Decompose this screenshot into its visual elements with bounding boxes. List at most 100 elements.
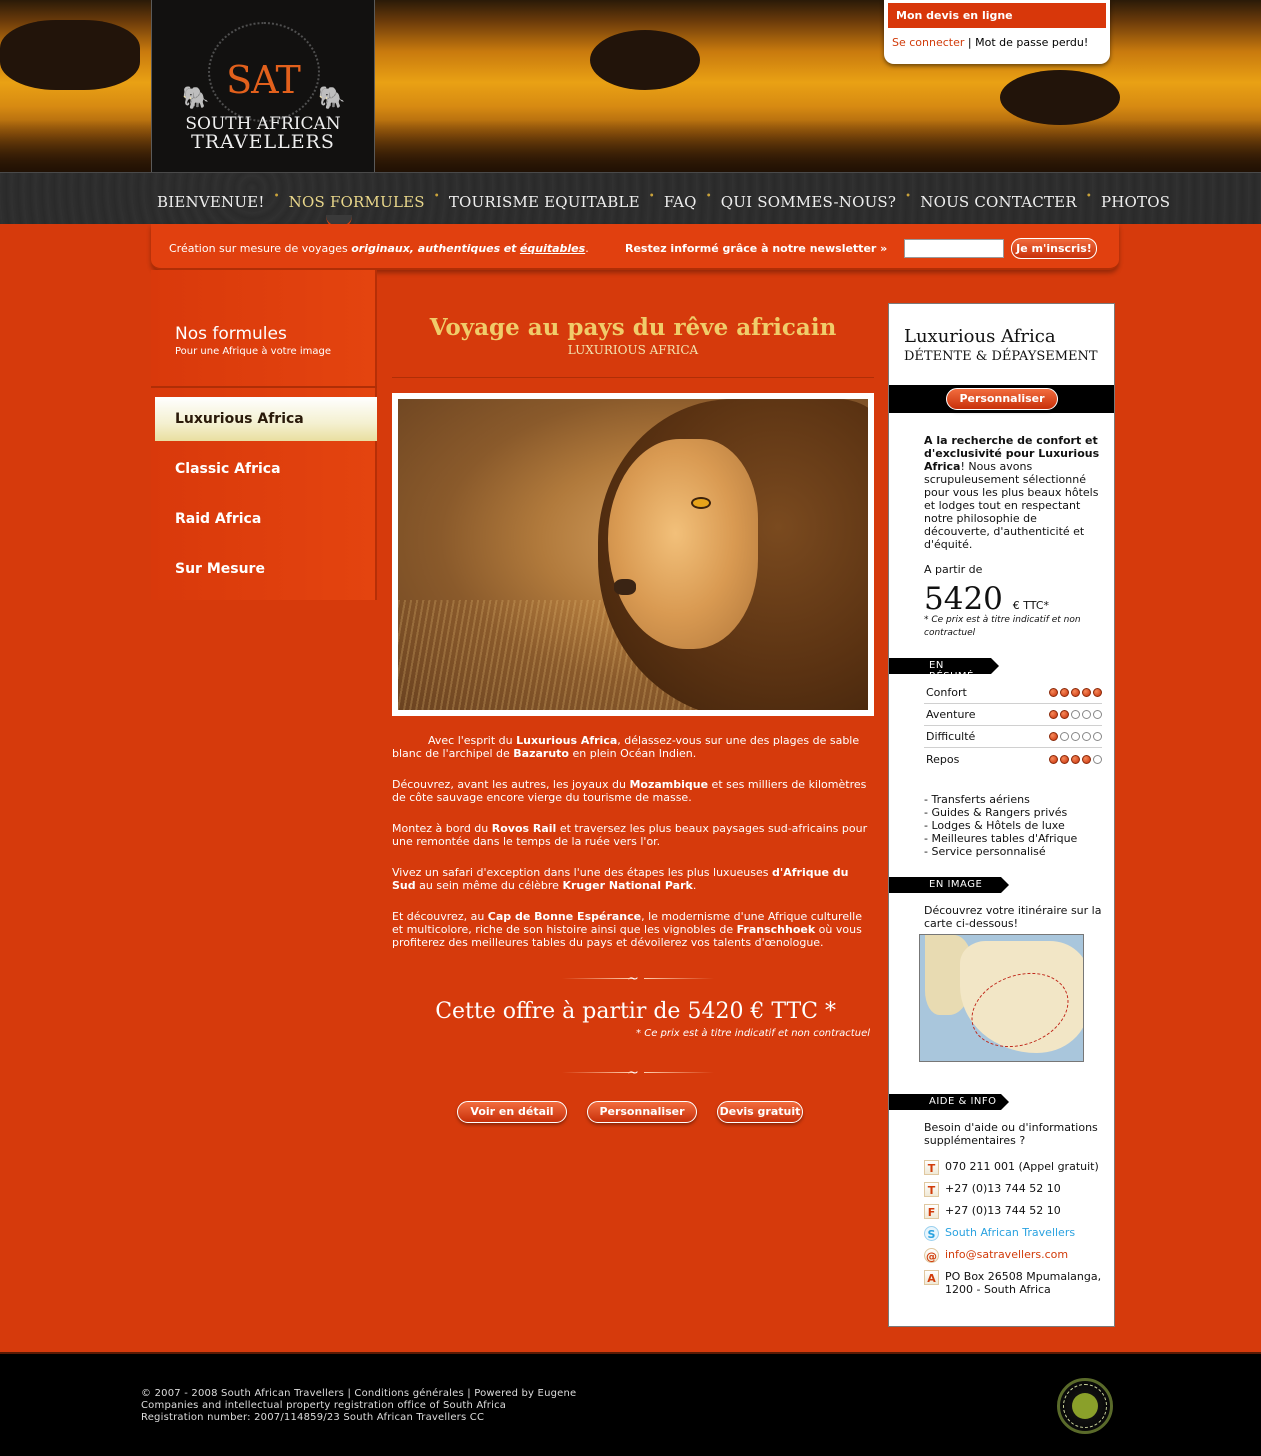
address-icon: A <box>924 1270 939 1285</box>
feature-item: - Service personnalisé <box>924 845 1046 858</box>
panel-price-note: * Ce prix est à titre indicatif et non c… <box>924 615 1081 638</box>
panel-title: Luxurious Africa <box>904 326 1056 347</box>
rating-dot-filled <box>1071 754 1080 764</box>
feature-item: - Transferts aériens <box>924 793 1030 806</box>
help-tag: AIDE & INFO <box>889 1094 1009 1110</box>
newsletter-email-input[interactable] <box>904 239 1004 258</box>
help-text: Besoin d'aide ou d'informations suppléme… <box>924 1121 1098 1147</box>
logo[interactable]: 🐘 🐘 SAT SOUTH AFRICAN TRAVELLERS <box>151 0 375 172</box>
newsletter-bar: Création sur mesure de voyages originaux… <box>151 224 1119 270</box>
lion-eye <box>693 499 709 507</box>
nav-item-tourisme-equitable[interactable]: TOURISME EQUITABLE <box>449 193 640 211</box>
lion-nose <box>614 579 636 595</box>
sidebar-item-sur-mesure[interactable]: Sur Mesure <box>155 547 377 591</box>
rating-dots <box>1049 754 1102 764</box>
customize-button[interactable]: Personnaliser <box>587 1101 697 1123</box>
rating-dot-filled <box>1049 732 1058 741</box>
fair-trade-badge[interactable] <box>1057 1378 1113 1434</box>
ornament-tilde: ~ <box>627 971 639 987</box>
nav-item-bienvenue[interactable]: BIENVENUE! <box>157 193 265 211</box>
footer-text: © 2007 - 2008 South African Travellers |… <box>141 1388 576 1424</box>
rating-dot-filled <box>1082 688 1091 697</box>
rating-dot-filled <box>1049 710 1058 719</box>
panel-price: 5420 € TTC* <box>924 581 1050 617</box>
feature-item: - Guides & Rangers privés <box>924 806 1068 819</box>
main-content: Voyage au pays du rêve africain LUXURIOU… <box>392 300 874 1123</box>
footer-line: Registration number: 2007/114859/23 Sout… <box>141 1412 485 1423</box>
logo-mark: SAT <box>226 58 301 102</box>
fax-icon: F <box>924 1204 939 1219</box>
contact-item[interactable]: @ info@satravellers.com <box>924 1248 1106 1263</box>
image-tag: EN IMAGE <box>889 877 1009 893</box>
sidebar-item-luxurious-africa[interactable]: Luxurious Africa <box>155 397 377 441</box>
sidebar-item-classic-africa[interactable]: Classic Africa <box>155 447 377 491</box>
subscribe-button[interactable]: Je m'inscris! <box>1011 238 1097 259</box>
price-from-label: A partir de <box>924 563 983 576</box>
sidebar-item-raid-africa[interactable]: Raid Africa <box>155 497 377 541</box>
panel-customize-button[interactable]: Personnaliser <box>946 388 1058 410</box>
action-buttons: Voir en détail Personnaliser Devis gratu… <box>386 1101 874 1123</box>
nav-separator: • <box>705 191 712 202</box>
description-paragraph: Avec l'esprit du Luxurious Africa, délas… <box>392 734 860 760</box>
tree-silhouette <box>590 30 700 90</box>
panel-action-bar: Personnaliser <box>889 385 1114 413</box>
nav-list: BIENVENUE! • NOS FORMULES • TOURISME EQU… <box>157 191 1170 211</box>
rating-dot-filled <box>1071 688 1080 697</box>
rating-dot-filled <box>1060 710 1069 719</box>
contact-item[interactable]: S South African Travellers <box>924 1226 1106 1241</box>
tagline-emphasis: originaux, authentiques <box>351 242 501 255</box>
sidebar-subtitle: Pour une Afrique à votre image <box>175 346 331 357</box>
login-links: Se connecter | Mot de passe perdu! <box>884 28 1110 57</box>
contacts-list: T 070 211 001 (Appel gratuit) T +27 (0)13 … <box>924 1160 1106 1303</box>
nav-item-photos[interactable]: PHOTOS <box>1101 193 1170 211</box>
footer: © 2007 - 2008 South African Travellers |… <box>0 1352 1261 1456</box>
footer-line: © 2007 - 2008 South African Travellers |… <box>141 1388 577 1399</box>
rating-row: Repos <box>924 748 1102 770</box>
skype-icon: S <box>924 1226 939 1241</box>
offer-price: Cette offre à partir de 5420 € TTC * <box>435 999 836 1024</box>
rating-dot-empty <box>1071 710 1080 719</box>
description-paragraph: Vivez un safari d'exception dans l'une d… <box>392 866 849 892</box>
link-separator: | <box>967 36 972 49</box>
contact-item: A PO Box 26508 Mpumalanga, 1200 - South A… <box>924 1270 1106 1296</box>
footer-line: Companies and intellectual property regi… <box>141 1400 507 1411</box>
skype-link[interactable]: South African Travellers <box>945 1226 1075 1239</box>
view-detail-button[interactable]: Voir en détail <box>457 1101 567 1123</box>
nav-item-nos-formules[interactable]: NOS FORMULES <box>289 193 425 211</box>
free-quote-button[interactable]: Devis gratuit <box>717 1101 803 1123</box>
rating-row: Difficulté <box>924 726 1102 748</box>
rating-dot-filled <box>1060 688 1069 697</box>
contact-item: T 070 211 001 (Appel gratuit) <box>924 1160 1106 1175</box>
quote-title[interactable]: Mon devis en ligne <box>888 3 1106 28</box>
nav-item-qui-sommes-nous[interactable]: QUI SOMMES-NOUS? <box>721 193 896 211</box>
ornament-line <box>562 978 632 979</box>
rating-dots <box>1049 732 1102 741</box>
rating-row: Aventure <box>924 704 1102 726</box>
email-link[interactable]: info@satravellers.com <box>945 1248 1068 1261</box>
rating-dot-empty <box>1082 732 1091 741</box>
login-link[interactable]: Se connecter <box>892 36 964 49</box>
rating-dot-empty <box>1093 710 1102 719</box>
main-nav: BIENVENUE! • NOS FORMULES • TOURISME EQU… <box>0 172 1261 229</box>
rating-dot-empty <box>1082 710 1091 719</box>
sidebar-divider <box>151 386 377 388</box>
ornament-line <box>562 1072 632 1073</box>
nav-item-faq[interactable]: FAQ <box>664 193 697 211</box>
badge-logo <box>1072 1393 1098 1419</box>
ornament-tilde: ~ <box>627 1065 639 1081</box>
rating-dot-filled <box>1049 754 1058 764</box>
nav-item-nous-contacter[interactable]: NOUS CONTACTER <box>920 193 1077 211</box>
panel-intro: A la recherche de confort et d'exclusivi… <box>924 434 1100 551</box>
sidebar-title: Nos formules <box>175 324 287 344</box>
tagline-suffix: . <box>585 242 589 255</box>
tree-silhouette <box>0 20 140 90</box>
lost-password-link[interactable]: Mot de passe perdu! <box>975 36 1088 49</box>
offer-note: * Ce prix est à titre indicatif et non c… <box>636 1028 870 1039</box>
offer-panel: Luxurious Africa DÉTENTE & DÉPAYSEMENT P… <box>888 303 1115 1327</box>
tagline-link-equitables[interactable]: équitables <box>520 242 585 255</box>
rating-row: Confort <box>924 682 1102 704</box>
rating-dot-empty <box>1071 732 1080 741</box>
nav-separator: • <box>1085 191 1092 202</box>
itinerary-map[interactable] <box>919 934 1084 1062</box>
image-text: Découvrez votre itinéraire sur la carte … <box>924 904 1102 930</box>
